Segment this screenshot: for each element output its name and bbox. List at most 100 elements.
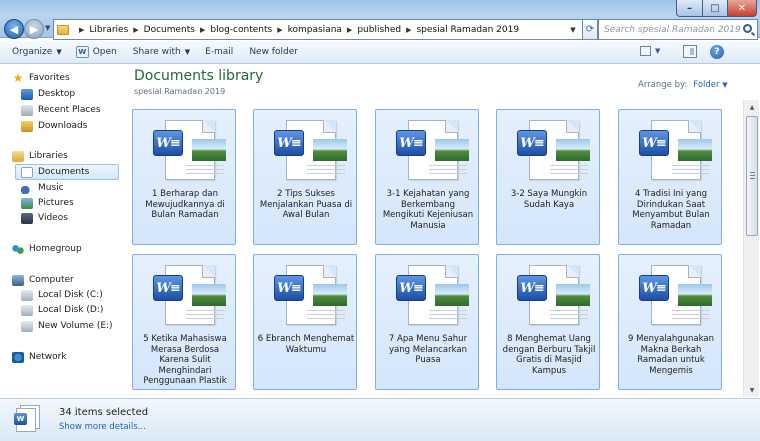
nav-music[interactable]: Music (21, 181, 64, 195)
nav-libraries[interactable]: Libraries (12, 149, 68, 163)
new-folder-button[interactable]: New folder (249, 47, 298, 57)
minimize-button[interactable]: – (676, 0, 703, 17)
nav-label: Videos (38, 213, 68, 223)
refresh-button[interactable]: ⟳ (582, 19, 598, 40)
nav-new-volume-e[interactable]: New Volume (E:) (21, 319, 113, 333)
multiple-documents-icon: W (14, 405, 42, 433)
nav-network[interactable]: Network (12, 350, 67, 364)
refresh-icon: ⟳ (585, 24, 595, 35)
word-document-icon: W≡ (394, 118, 469, 182)
breadcrumb-libraries[interactable]: Libraries (89, 25, 128, 35)
file-item[interactable]: W≡ 3-2 Saya Mungkin Sudah Kaya (496, 109, 600, 245)
address-bar[interactable]: ▶ Libraries ▶ Documents ▶ blog-contents … (53, 19, 584, 40)
nav-label: Downloads (38, 121, 88, 131)
open-button[interactable]: W Open (75, 46, 117, 58)
organize-button[interactable]: Organize ▼ (12, 47, 62, 57)
search-icon[interactable] (743, 24, 752, 33)
breadcrumb-blog-contents[interactable]: blog-contents (210, 25, 272, 35)
help-button[interactable]: ? (710, 45, 724, 59)
nav-desktop[interactable]: Desktop (21, 87, 75, 101)
nav-favorites[interactable]: ★ Favorites (12, 71, 70, 85)
nav-recent-places[interactable]: Recent Places (21, 103, 101, 117)
file-name: 3-1 Kejahatan yang Berkembang Mengikuti … (382, 189, 474, 231)
nav-label: Documents (38, 167, 90, 177)
vertical-scrollbar[interactable]: ▲ ▼ (743, 100, 759, 397)
network-icon (12, 351, 24, 363)
nav-label: New Volume (E:) (38, 321, 113, 331)
word-document-icon: W≡ (637, 118, 712, 182)
file-item[interactable]: W≡ 3-1 Kejahatan yang Berkembang Mengiku… (375, 109, 479, 245)
open-label: Open (92, 47, 117, 57)
scroll-down-icon[interactable]: ▼ (744, 383, 760, 397)
search-placeholder: Search spesial Ramadan 2019 (604, 24, 741, 35)
library-subtitle: spesial Ramadan 2019 (134, 87, 226, 96)
arrange-value[interactable]: Folder (693, 80, 719, 90)
arrow-right-icon: ▶ (29, 22, 39, 36)
nav-pictures[interactable]: Pictures (21, 196, 74, 210)
email-button[interactable]: E-mail (205, 47, 233, 57)
scroll-up-icon[interactable]: ▲ (744, 100, 760, 114)
maximize-button[interactable]: □ (702, 0, 728, 17)
breadcrumb-documents[interactable]: Documents (144, 25, 195, 35)
view-icon (640, 46, 651, 56)
chevron-down-icon: ▼ (655, 47, 661, 55)
word-document-icon: W≡ (151, 118, 226, 182)
nav-videos[interactable]: Videos (21, 211, 68, 225)
file-name: 2 Tips Sukses Menjalankan Puasa di Awal … (259, 189, 353, 220)
nav-documents[interactable]: Documents (15, 164, 119, 180)
file-item[interactable]: W≡ 1 Berharap dan Mewujudkannya di Bulan… (132, 109, 236, 245)
nav-computer[interactable]: Computer (12, 273, 74, 287)
library-title: Documents library (134, 68, 264, 84)
folder-icon (57, 24, 69, 35)
music-icon (21, 182, 33, 194)
share-with-button[interactable]: Share with ▼ (133, 47, 190, 57)
file-name: 8 Menghemat Uang dengan Berburu Takjil G… (502, 334, 596, 376)
arrange-label: Arrange by: (638, 80, 688, 90)
file-item[interactable]: W≡ 8 Menghemat Uang dengan Berburu Takji… (496, 254, 600, 390)
downloads-icon (21, 120, 33, 132)
breadcrumb-kompasiana[interactable]: kompasiana (288, 25, 342, 35)
computer-icon (12, 274, 24, 286)
word-document-icon: W≡ (272, 118, 347, 182)
preview-pane-button[interactable] (683, 45, 697, 58)
nav-homegroup[interactable]: Homegroup (12, 242, 82, 256)
nav-label: Computer (29, 275, 74, 285)
search-input[interactable]: Search spesial Ramadan 2019 (598, 19, 758, 40)
word-app-icon: W (75, 46, 89, 58)
file-item[interactable]: W≡ 4 Tradisi Ini yang Dirindukan Saat Me… (618, 109, 722, 245)
file-item[interactable]: W≡ 6 Ebranch Menghemat Waktumu (253, 254, 357, 390)
file-item[interactable]: W≡ 7 Apa Menu Sahur yang Melancarkan Pua… (375, 254, 479, 390)
hard-disk-icon (21, 304, 33, 316)
breadcrumb-published[interactable]: published (357, 25, 401, 35)
show-more-details-link[interactable]: Show more details... (59, 422, 146, 432)
file-item[interactable]: W≡ 9 Menyalahgunakan Makna Berkah Ramada… (618, 254, 722, 390)
recent-pages-dropdown[interactable]: ▼ (45, 24, 50, 32)
file-item[interactable]: W≡ 2 Tips Sukses Menjalankan Puasa di Aw… (253, 109, 357, 245)
file-item[interactable]: W≡ 5 Ketika Mahasiswa Merasa Berdosa Kar… (132, 254, 236, 390)
forward-button[interactable]: ▶ (24, 19, 44, 39)
chevron-right-icon[interactable]: ▶ (200, 26, 205, 34)
chevron-right-icon[interactable]: ▶ (406, 26, 411, 34)
chevron-right-icon[interactable]: ▶ (79, 26, 84, 34)
arrange-by[interactable]: Arrange by: Folder ▼ (638, 80, 728, 90)
chevron-right-icon[interactable]: ▶ (277, 26, 282, 34)
nav-local-disk-c[interactable]: Local Disk (C:) (21, 288, 103, 302)
file-list-area[interactable]: Documents library spesial Ramadan 2019 A… (125, 65, 743, 408)
close-button[interactable]: ✕ (727, 0, 757, 17)
word-document-icon: W≡ (637, 263, 712, 327)
back-button[interactable]: ◀ (4, 19, 24, 39)
word-document-icon: W≡ (515, 263, 590, 327)
chevron-right-icon[interactable]: ▶ (133, 26, 138, 34)
address-dropdown[interactable]: ▼ (567, 20, 579, 39)
email-label: E-mail (205, 47, 234, 57)
help-icon: ? (714, 47, 720, 57)
hard-disk-icon (21, 320, 33, 332)
file-name: 7 Apa Menu Sahur yang Melancarkan Puasa (388, 334, 468, 365)
scrollbar-thumb[interactable] (746, 116, 758, 236)
navigation-pane: ★ Favorites Desktop Recent Places Downloa… (0, 65, 124, 397)
nav-local-disk-d[interactable]: Local Disk (D:) (21, 303, 103, 317)
change-view-button[interactable]: ▼ (640, 46, 660, 56)
chevron-right-icon[interactable]: ▶ (347, 26, 352, 34)
nav-downloads[interactable]: Downloads (21, 119, 87, 133)
breadcrumb-spesial-ramadan[interactable]: spesial Ramadan 2019 (416, 25, 519, 35)
